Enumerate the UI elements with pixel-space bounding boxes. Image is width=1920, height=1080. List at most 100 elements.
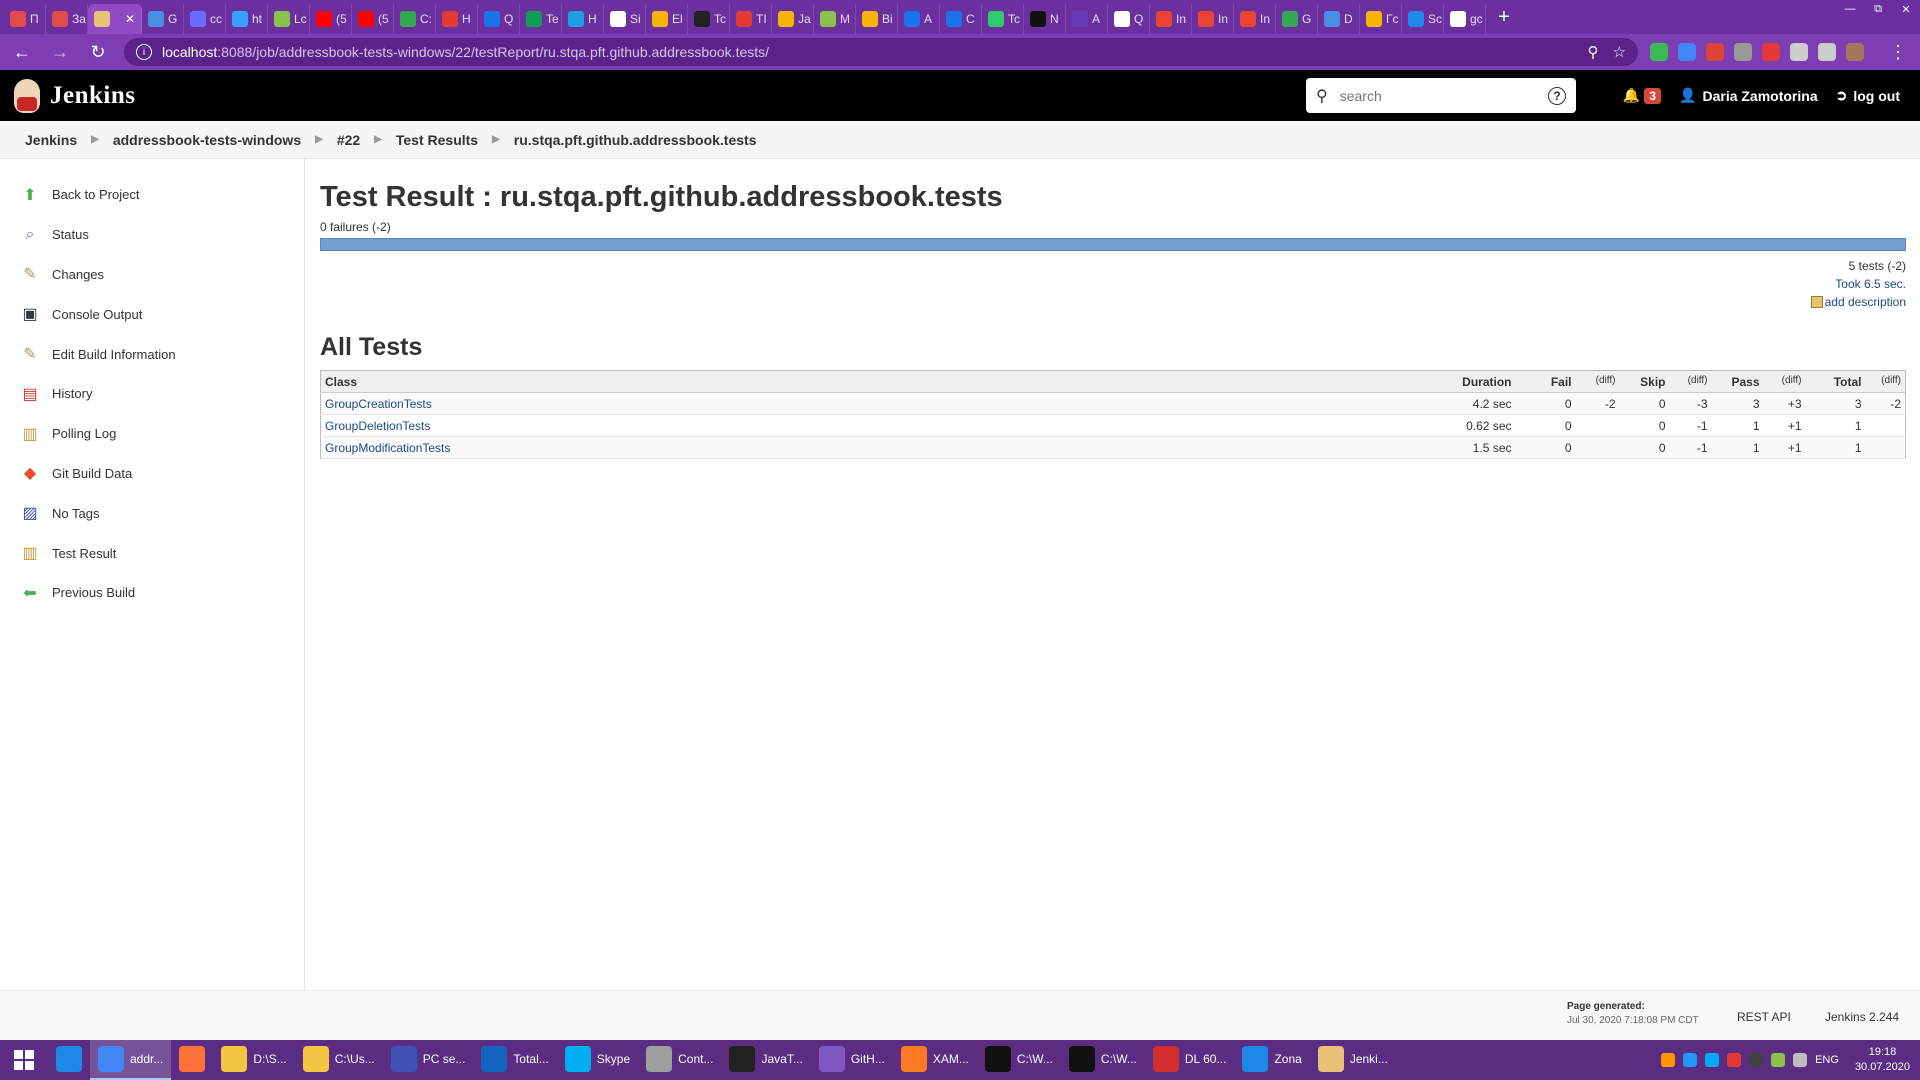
test-class-link[interactable]: GroupDeletionTests xyxy=(325,419,430,433)
minimize-icon[interactable]: — xyxy=(1836,0,1864,18)
side-item-no-tags[interactable]: ▨ No Tags xyxy=(0,493,304,533)
forward-arrow-icon[interactable]: → xyxy=(44,36,76,68)
clock[interactable]: 19:18 30.07.2020 xyxy=(1855,1045,1910,1075)
browser-tab[interactable]: H xyxy=(562,4,604,34)
rest-api-link[interactable]: REST API xyxy=(1737,1010,1791,1024)
breadcrumb-build[interactable]: #22 xyxy=(337,132,360,148)
extension-icon[interactable] xyxy=(1846,43,1864,61)
back-arrow-icon[interactable]: ← xyxy=(6,36,38,68)
side-item-status[interactable]: ⌕ Status xyxy=(0,215,304,255)
extension-icon[interactable] xyxy=(1734,43,1752,61)
col-pass[interactable]: Pass xyxy=(1711,370,1764,393)
browser-tab[interactable]: In xyxy=(1150,4,1192,34)
col-duration[interactable]: Duration xyxy=(1425,370,1516,393)
add-description-link[interactable]: add description xyxy=(1825,295,1906,309)
browser-tab[interactable]: C xyxy=(940,4,982,34)
extension-icon[interactable] xyxy=(1818,43,1836,61)
browser-tab[interactable]: Bi xyxy=(856,4,898,34)
side-item-console-output[interactable]: ▣ Console Output xyxy=(0,294,304,334)
taskbar-app[interactable] xyxy=(171,1040,213,1080)
taskbar-app[interactable]: Jenki... xyxy=(1310,1040,1396,1080)
tray-icon[interactable] xyxy=(1661,1053,1676,1067)
col-total[interactable]: Total xyxy=(1805,370,1866,393)
taskbar-app[interactable]: C:\W... xyxy=(977,1040,1061,1080)
browser-tab[interactable]: El xyxy=(646,4,688,34)
language-indicator[interactable]: ENG xyxy=(1815,1054,1839,1066)
col-pass-diff[interactable]: (diff) xyxy=(1782,375,1802,386)
browser-tab[interactable]: D xyxy=(1318,4,1360,34)
col-total-diff[interactable]: (diff) xyxy=(1881,375,1901,386)
notifications[interactable]: 🔔 3 xyxy=(1623,87,1662,104)
menu-kebab-icon[interactable]: ⋮ xyxy=(1882,36,1914,68)
test-class-link[interactable]: GroupModificationTests xyxy=(325,441,450,455)
side-item-back-to-project[interactable]: ⬆ Back to Project xyxy=(0,175,304,215)
taskbar-app[interactable]: DL 60... xyxy=(1145,1040,1235,1080)
browser-tab[interactable]: H xyxy=(436,4,478,34)
tray-icon[interactable] xyxy=(1771,1053,1786,1067)
tray-icon[interactable] xyxy=(1793,1053,1808,1067)
browser-tab[interactable]: N xyxy=(1024,4,1066,34)
browser-tab[interactable]: За xyxy=(46,4,88,34)
breadcrumb-package[interactable]: ru.stqa.pft.github.addressbook.tests xyxy=(514,132,757,148)
col-fail[interactable]: Fail xyxy=(1515,370,1576,393)
col-fail-diff[interactable]: (diff) xyxy=(1596,375,1616,386)
user-link[interactable]: 👤 Daria Zamotorina xyxy=(1679,87,1818,104)
browser-tab[interactable]: (5 xyxy=(310,4,352,34)
extension-icon[interactable] xyxy=(1650,43,1668,61)
browser-tab[interactable]: Te xyxy=(520,4,562,34)
breadcrumb-test-results[interactable]: Test Results xyxy=(396,132,478,148)
browser-tab[interactable]: In xyxy=(1234,4,1276,34)
side-item-previous-build[interactable]: ⬅ Previous Build xyxy=(0,573,304,613)
browser-tab[interactable]: A xyxy=(898,4,940,34)
taskbar-app[interactable]: Skype xyxy=(557,1040,638,1080)
browser-tab[interactable]: Q xyxy=(1108,4,1150,34)
browser-tab[interactable]: Si xyxy=(604,4,646,34)
address-bar[interactable]: i localhost:8088/job/addressbook-tests-w… xyxy=(124,38,1638,66)
close-window-icon[interactable]: ✕ xyxy=(1892,0,1920,18)
extension-icon[interactable] xyxy=(1762,43,1780,61)
side-item-history[interactable]: ▤ History xyxy=(0,374,304,414)
info-icon[interactable]: i xyxy=(136,44,152,60)
browser-tab[interactable]: П xyxy=(4,4,46,34)
taskbar-app[interactable]: addr... xyxy=(90,1040,172,1080)
help-icon[interactable]: ? xyxy=(1548,86,1566,105)
taskbar-app[interactable]: C:\Us... xyxy=(295,1040,383,1080)
taskbar-app[interactable]: D:\S... xyxy=(213,1040,294,1080)
extension-icon[interactable] xyxy=(1678,43,1696,61)
browser-tab[interactable]: C: xyxy=(394,4,436,34)
tray-icon[interactable] xyxy=(1705,1053,1720,1067)
tray-icon[interactable] xyxy=(1683,1053,1698,1067)
taskbar-app[interactable]: JavaT... xyxy=(721,1040,810,1080)
app-title[interactable]: Jenkins xyxy=(50,82,135,110)
browser-tab[interactable]: Q xyxy=(478,4,520,34)
taskbar-app[interactable]: XAM... xyxy=(893,1040,977,1080)
bookmark-star-icon[interactable]: ☆ xyxy=(1613,43,1626,61)
side-item-changes[interactable]: ✎ Changes xyxy=(0,255,304,295)
reload-icon[interactable]: ↻ xyxy=(82,36,114,68)
extension-icon[interactable] xyxy=(1790,43,1808,61)
jenkins-logo-icon[interactable] xyxy=(14,78,40,113)
browser-tab[interactable]: A xyxy=(1066,4,1108,34)
browser-tab[interactable]: G xyxy=(142,4,184,34)
zoom-icon[interactable]: ⚲ xyxy=(1588,43,1599,61)
side-item-test-result[interactable]: ▥ Test Result xyxy=(0,533,304,573)
tray-icon[interactable] xyxy=(1749,1053,1764,1067)
start-button[interactable] xyxy=(0,1040,48,1080)
logout-link[interactable]: ➲ log out xyxy=(1836,87,1900,104)
col-skip-diff[interactable]: (diff) xyxy=(1688,375,1708,386)
side-item-git-build-data[interactable]: ◆ Git Build Data xyxy=(0,454,304,494)
tray-icon[interactable] xyxy=(1727,1053,1742,1067)
extension-icon[interactable] xyxy=(1706,43,1724,61)
browser-tab[interactable]: Sc xyxy=(1402,4,1444,34)
browser-tab[interactable]: M xyxy=(814,4,856,34)
browser-tab[interactable]: Lc xyxy=(268,4,310,34)
browser-tab[interactable]: Tc xyxy=(982,4,1024,34)
taskbar-app[interactable]: C:\W... xyxy=(1061,1040,1145,1080)
maximize-icon[interactable]: ⧉ xyxy=(1864,0,1892,18)
browser-tab[interactable]: cc xyxy=(184,4,226,34)
close-tab-icon[interactable]: ✕ xyxy=(125,12,135,26)
col-skip[interactable]: Skip xyxy=(1619,370,1670,393)
jenkins-version[interactable]: Jenkins 2.244 xyxy=(1825,1010,1899,1024)
col-class[interactable]: Class xyxy=(320,370,1426,393)
browser-tab[interactable]: G xyxy=(1276,4,1318,34)
